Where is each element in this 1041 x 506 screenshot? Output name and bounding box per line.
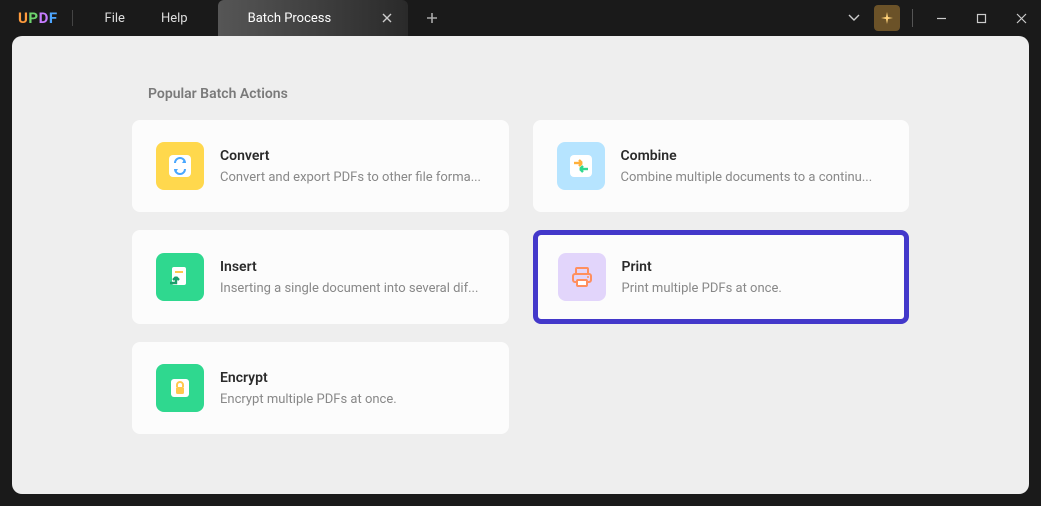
card-insert-text: Insert Inserting a single document into … [220, 259, 485, 296]
tab-close-button[interactable] [378, 9, 396, 27]
section-title: Popular Batch Actions [148, 86, 909, 102]
card-combine-text: Combine Combine multiple documents to a … [621, 148, 886, 185]
card-print-text: Print Print multiple PDFs at once. [622, 259, 885, 296]
card-print[interactable]: Print Print multiple PDFs at once. [533, 230, 910, 324]
card-encrypt-desc: Encrypt multiple PDFs at once. [220, 392, 485, 407]
card-print-title: Print [622, 259, 885, 275]
menu-file[interactable]: File [87, 11, 143, 26]
card-insert-title: Insert [220, 259, 485, 275]
new-tab-button[interactable] [422, 8, 442, 29]
card-convert-desc: Convert and export PDFs to other file fo… [220, 170, 485, 185]
logo-divider [72, 10, 73, 26]
encrypt-icon [156, 364, 204, 412]
content-area: Popular Batch Actions Convert Convert an… [12, 36, 1029, 494]
window-controls [834, 0, 1041, 36]
plus-icon [426, 12, 438, 24]
card-encrypt-text: Encrypt Encrypt multiple PDFs at once. [220, 370, 485, 407]
logo-letter-f: F [49, 9, 58, 27]
logo-letter-p: P [28, 9, 38, 27]
card-encrypt[interactable]: Encrypt Encrypt multiple PDFs at once. [132, 342, 509, 434]
card-print-desc: Print multiple PDFs at once. [622, 281, 885, 296]
app-logo: U P D F [18, 9, 58, 27]
card-convert[interactable]: Convert Convert and export PDFs to other… [132, 120, 509, 212]
cards-grid: Convert Convert and export PDFs to other… [132, 120, 909, 434]
titlebar: U P D F File Help Batch Process [0, 0, 1041, 36]
minimize-button[interactable] [921, 0, 961, 36]
print-icon [558, 253, 606, 301]
tab-batch-process[interactable]: Batch Process [218, 0, 408, 36]
content-wrap: Popular Batch Actions Convert Convert an… [0, 36, 1041, 506]
card-combine[interactable]: Combine Combine multiple documents to a … [533, 120, 910, 212]
convert-icon [156, 142, 204, 190]
menu-help[interactable]: Help [143, 11, 206, 26]
maximize-button[interactable] [961, 0, 1001, 36]
maximize-icon [976, 13, 987, 24]
card-convert-title: Convert [220, 148, 485, 164]
card-insert[interactable]: Insert Inserting a single document into … [132, 230, 509, 324]
card-convert-text: Convert Convert and export PDFs to other… [220, 148, 485, 185]
logo-letter-u: U [18, 9, 28, 27]
tab-title: Batch Process [248, 11, 378, 26]
premium-badge[interactable] [874, 5, 900, 31]
close-window-button[interactable] [1001, 0, 1041, 36]
chevron-down-icon [848, 14, 860, 22]
card-insert-desc: Inserting a single document into several… [220, 281, 485, 296]
close-icon [382, 13, 392, 23]
card-combine-title: Combine [621, 148, 886, 164]
close-icon [1016, 13, 1027, 24]
card-encrypt-title: Encrypt [220, 370, 485, 386]
minimize-icon [936, 13, 947, 24]
dropdown-button[interactable] [834, 0, 874, 36]
sparkle-icon [879, 10, 895, 26]
controls-divider [912, 9, 913, 27]
combine-icon [557, 142, 605, 190]
logo-letter-d: D [39, 9, 49, 27]
insert-icon [156, 253, 204, 301]
card-combine-desc: Combine multiple documents to a continu.… [621, 170, 886, 185]
